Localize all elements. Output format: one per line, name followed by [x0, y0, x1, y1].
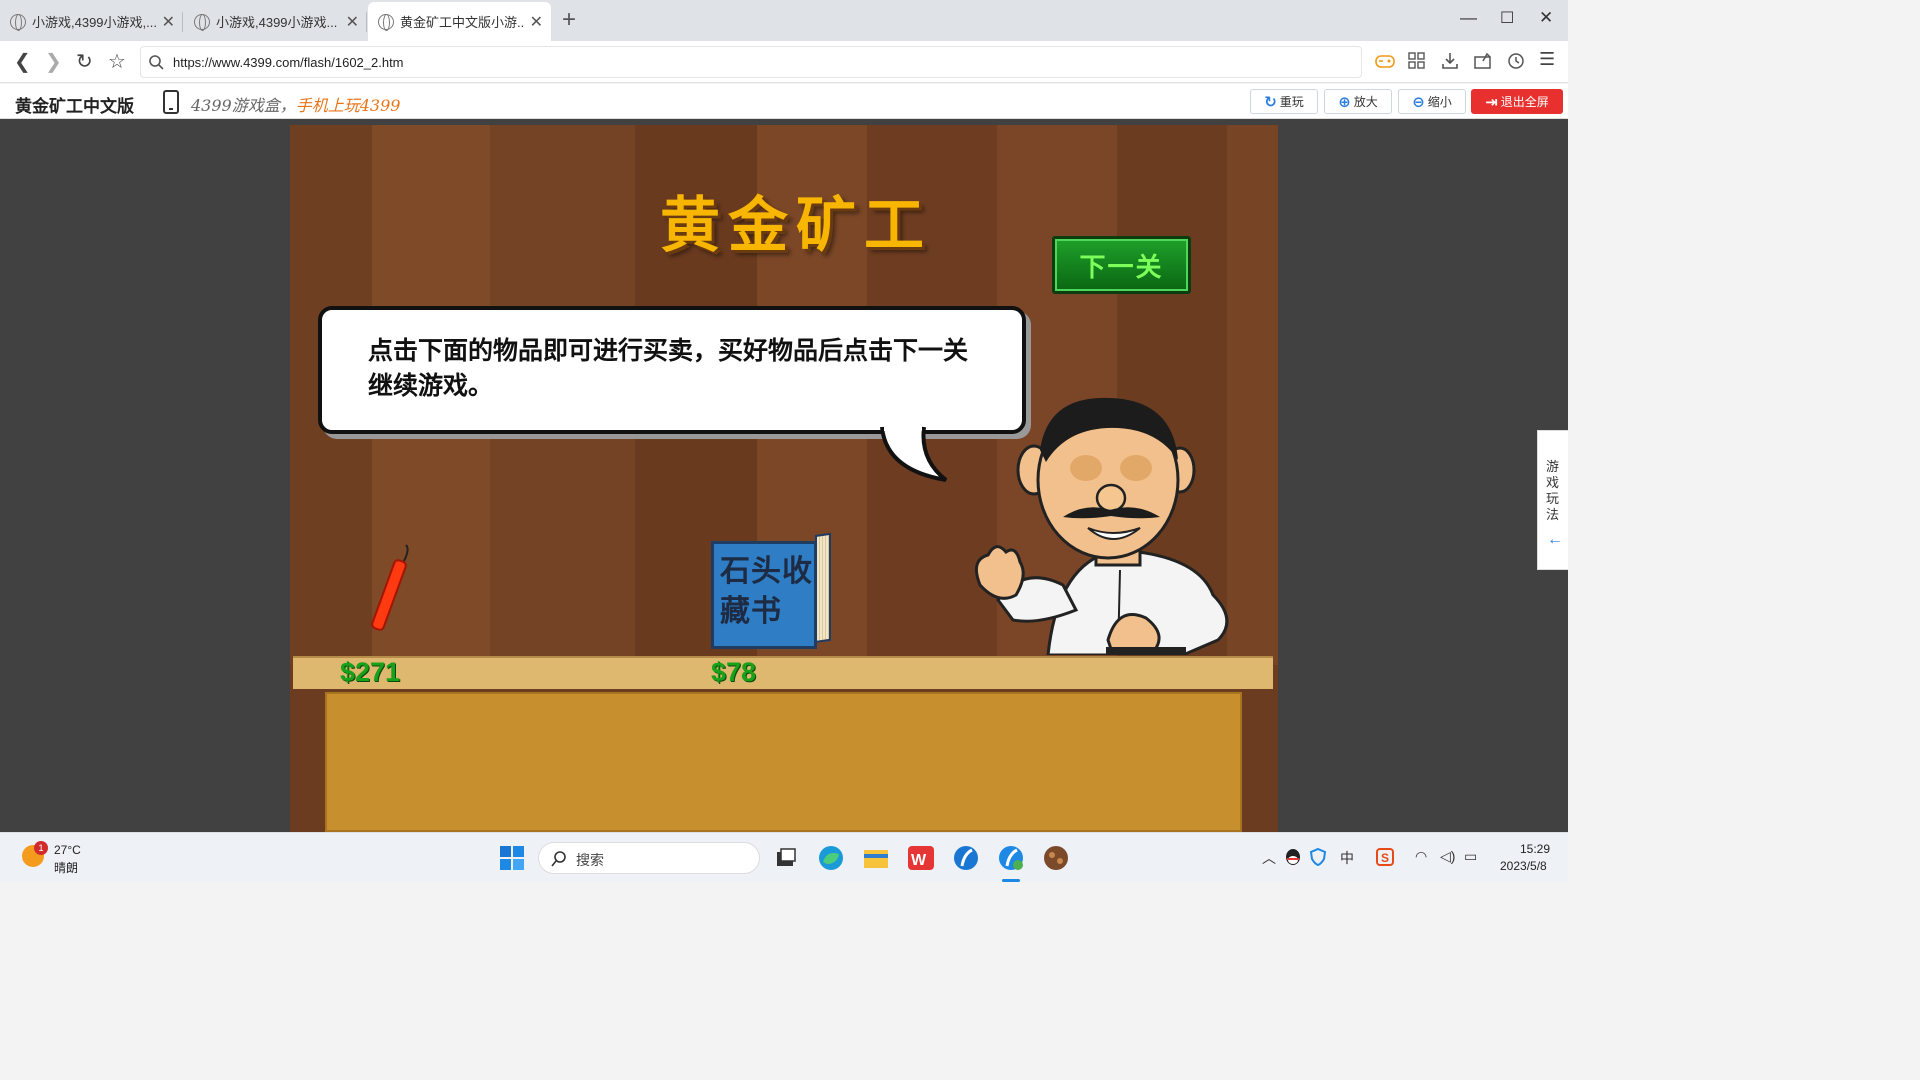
arrow-left-icon: ←: [1547, 531, 1563, 548]
menu-icon[interactable]: ☰: [1539, 49, 1555, 70]
weather-temperature[interactable]: 27°C: [54, 843, 81, 857]
game-title: 黄金矿工: [660, 191, 932, 261]
globe-icon: [10, 13, 26, 31]
battery-icon[interactable]: ▭: [1464, 848, 1477, 865]
close-window-icon[interactable]: ✕: [1539, 8, 1553, 28]
search-placeholder: 搜索: [576, 852, 604, 868]
taskbar: 1 27°C 晴朗 搜索 W ︿ 中 S ◠ ◁) ▭ 15:29 2023/5…: [0, 832, 1568, 882]
stone-book-item[interactable]: 石头收藏书: [711, 532, 833, 649]
promo-highlight: 手机上玩4399: [295, 96, 401, 115]
windows-start-icon[interactable]: [498, 844, 526, 872]
replay-label: 重玩: [1279, 95, 1304, 109]
browser-app-icon[interactable]: [952, 844, 980, 872]
history-icon[interactable]: [1507, 52, 1525, 70]
close-tab-icon[interactable]: ✕: [162, 12, 175, 32]
volume-icon[interactable]: ◁): [1440, 848, 1455, 865]
wps-office-icon[interactable]: W: [907, 844, 935, 872]
zoom-out-icon: ⊖: [1412, 93, 1425, 111]
minimize-icon[interactable]: —: [1460, 8, 1477, 28]
browser-app-active-icon[interactable]: [997, 844, 1025, 872]
shop-shelf: [293, 656, 1273, 689]
download-icon[interactable]: [1441, 52, 1459, 70]
tab-title: 小游戏,4399小游戏,...: [32, 15, 157, 30]
reload-icon[interactable]: ↻: [76, 49, 93, 74]
security-shield-icon[interactable]: [1309, 848, 1327, 866]
book-cover: 石头收藏书: [711, 541, 817, 649]
page-header: 黄金矿工中文版 4399游戏盒，手机上玩4399 ↻ 重玩 ⊕ 放大 ⊖ 缩小 ⇥ 退出…: [0, 84, 1568, 119]
book-label: 石头收藏书: [720, 555, 813, 628]
clock-time[interactable]: 15:29: [1520, 842, 1550, 856]
dynamite-item[interactable]: [368, 543, 418, 633]
how-to-play-tab[interactable]: 游戏玩法 ←: [1537, 430, 1568, 570]
task-view-icon[interactable]: [772, 844, 800, 872]
book-pages: [815, 532, 831, 643]
notification-badge: 1: [34, 841, 48, 855]
back-icon[interactable]: ❮: [14, 49, 31, 74]
weather-condition[interactable]: 晴朗: [54, 859, 78, 876]
svg-text:S: S: [1381, 851, 1389, 865]
zoom-out-button[interactable]: ⊖ 缩小: [1398, 89, 1466, 114]
url-field[interactable]: https://www.4399.com/flash/1602_2.htm: [140, 46, 1362, 78]
maximize-icon[interactable]: ☐: [1500, 8, 1514, 28]
page-title: 黄金矿工中文版: [15, 97, 134, 116]
browser-tab-active[interactable]: 黄金矿工中文版小游... ✕: [368, 2, 551, 41]
taskbar-search[interactable]: 搜索: [538, 842, 760, 874]
search-icon: [551, 851, 566, 867]
url-text: https://www.4399.com/flash/1602_2.htm: [173, 55, 404, 70]
app-promo-link[interactable]: 4399游戏盒，手机上玩4399: [191, 92, 400, 116]
wifi-icon[interactable]: ◠: [1415, 848, 1427, 865]
game-controller-icon[interactable]: [1375, 52, 1395, 70]
dynamite-price: $271: [340, 657, 401, 687]
promo-text: 4399游戏盒，: [191, 96, 296, 115]
close-tab-icon[interactable]: ✕: [530, 12, 543, 32]
chevron-up-icon[interactable]: ︿: [1262, 848, 1276, 868]
zoom-in-icon: ⊕: [1338, 93, 1351, 111]
forward-icon[interactable]: ❯: [45, 49, 62, 74]
sogou-input-icon[interactable]: S: [1376, 848, 1394, 866]
svg-text:W: W: [911, 852, 927, 869]
exit-fullscreen-label: 退出全屏: [1500, 95, 1549, 109]
shop-counter: [325, 692, 1242, 832]
tab-strip: 小游戏,4399小游戏,... ✕ 小游戏,4399小游戏... ✕ 黄金矿工中…: [0, 0, 1568, 41]
qq-icon[interactable]: [1284, 848, 1302, 866]
input-method-indicator[interactable]: 中: [1340, 848, 1354, 868]
zoom-out-label: 缩小: [1427, 95, 1452, 109]
new-tab-icon[interactable]: +: [562, 6, 576, 34]
refresh-icon: ↻: [1264, 93, 1277, 111]
apps-grid-icon[interactable]: [1408, 52, 1426, 70]
tab-title: 小游戏,4399小游戏...: [216, 15, 338, 30]
favorite-star-icon[interactable]: ☆: [108, 49, 126, 74]
active-app-indicator: [1002, 879, 1020, 882]
share-icon[interactable]: [1474, 52, 1492, 70]
speech-text: 点击下面的物品即可进行买卖，买好物品后点击下一关继续游戏。: [368, 337, 969, 400]
shopkeeper-character: [974, 397, 1229, 655]
browser-tab[interactable]: 小游戏,4399小游戏... ✕: [184, 2, 367, 41]
edge-browser-icon[interactable]: [817, 844, 845, 872]
browser-tab[interactable]: 小游戏,4399小游戏,... ✕: [0, 2, 183, 41]
exit-fullscreen-button[interactable]: ⇥ 退出全屏: [1471, 89, 1563, 114]
tab-title: 黄金矿工中文版小游...: [400, 15, 525, 30]
clock-date[interactable]: 2023/5/8: [1500, 859, 1547, 873]
address-toolbar: ❮ ❯ ↻ ☆ https://www.4399.com/flash/1602_…: [0, 41, 1568, 83]
search-icon: [149, 55, 164, 70]
game-canvas[interactable]: 黄金矿工 下一关 点击下面的物品即可进行买卖，买好物品后点击下一关继续游戏。 $…: [290, 125, 1278, 832]
next-level-button[interactable]: 下一关: [1052, 236, 1191, 294]
phone-icon: [163, 90, 179, 114]
globe-icon: [194, 13, 210, 31]
game-app-icon[interactable]: [1042, 844, 1070, 872]
zoom-in-button[interactable]: ⊕ 放大: [1324, 89, 1392, 114]
book-price: $78: [711, 657, 757, 687]
speech-bubble-tail: [880, 425, 948, 482]
globe-icon: [378, 13, 394, 31]
how-to-play-label: 游戏玩法: [1546, 459, 1560, 522]
file-explorer-icon[interactable]: [862, 844, 890, 872]
replay-button[interactable]: ↻ 重玩: [1250, 89, 1318, 114]
zoom-in-label: 放大: [1353, 95, 1378, 109]
close-tab-icon[interactable]: ✕: [346, 12, 359, 32]
exit-icon: ⇥: [1485, 93, 1498, 111]
speech-bubble: 点击下面的物品即可进行买卖，买好物品后点击下一关继续游戏。: [318, 306, 1026, 434]
